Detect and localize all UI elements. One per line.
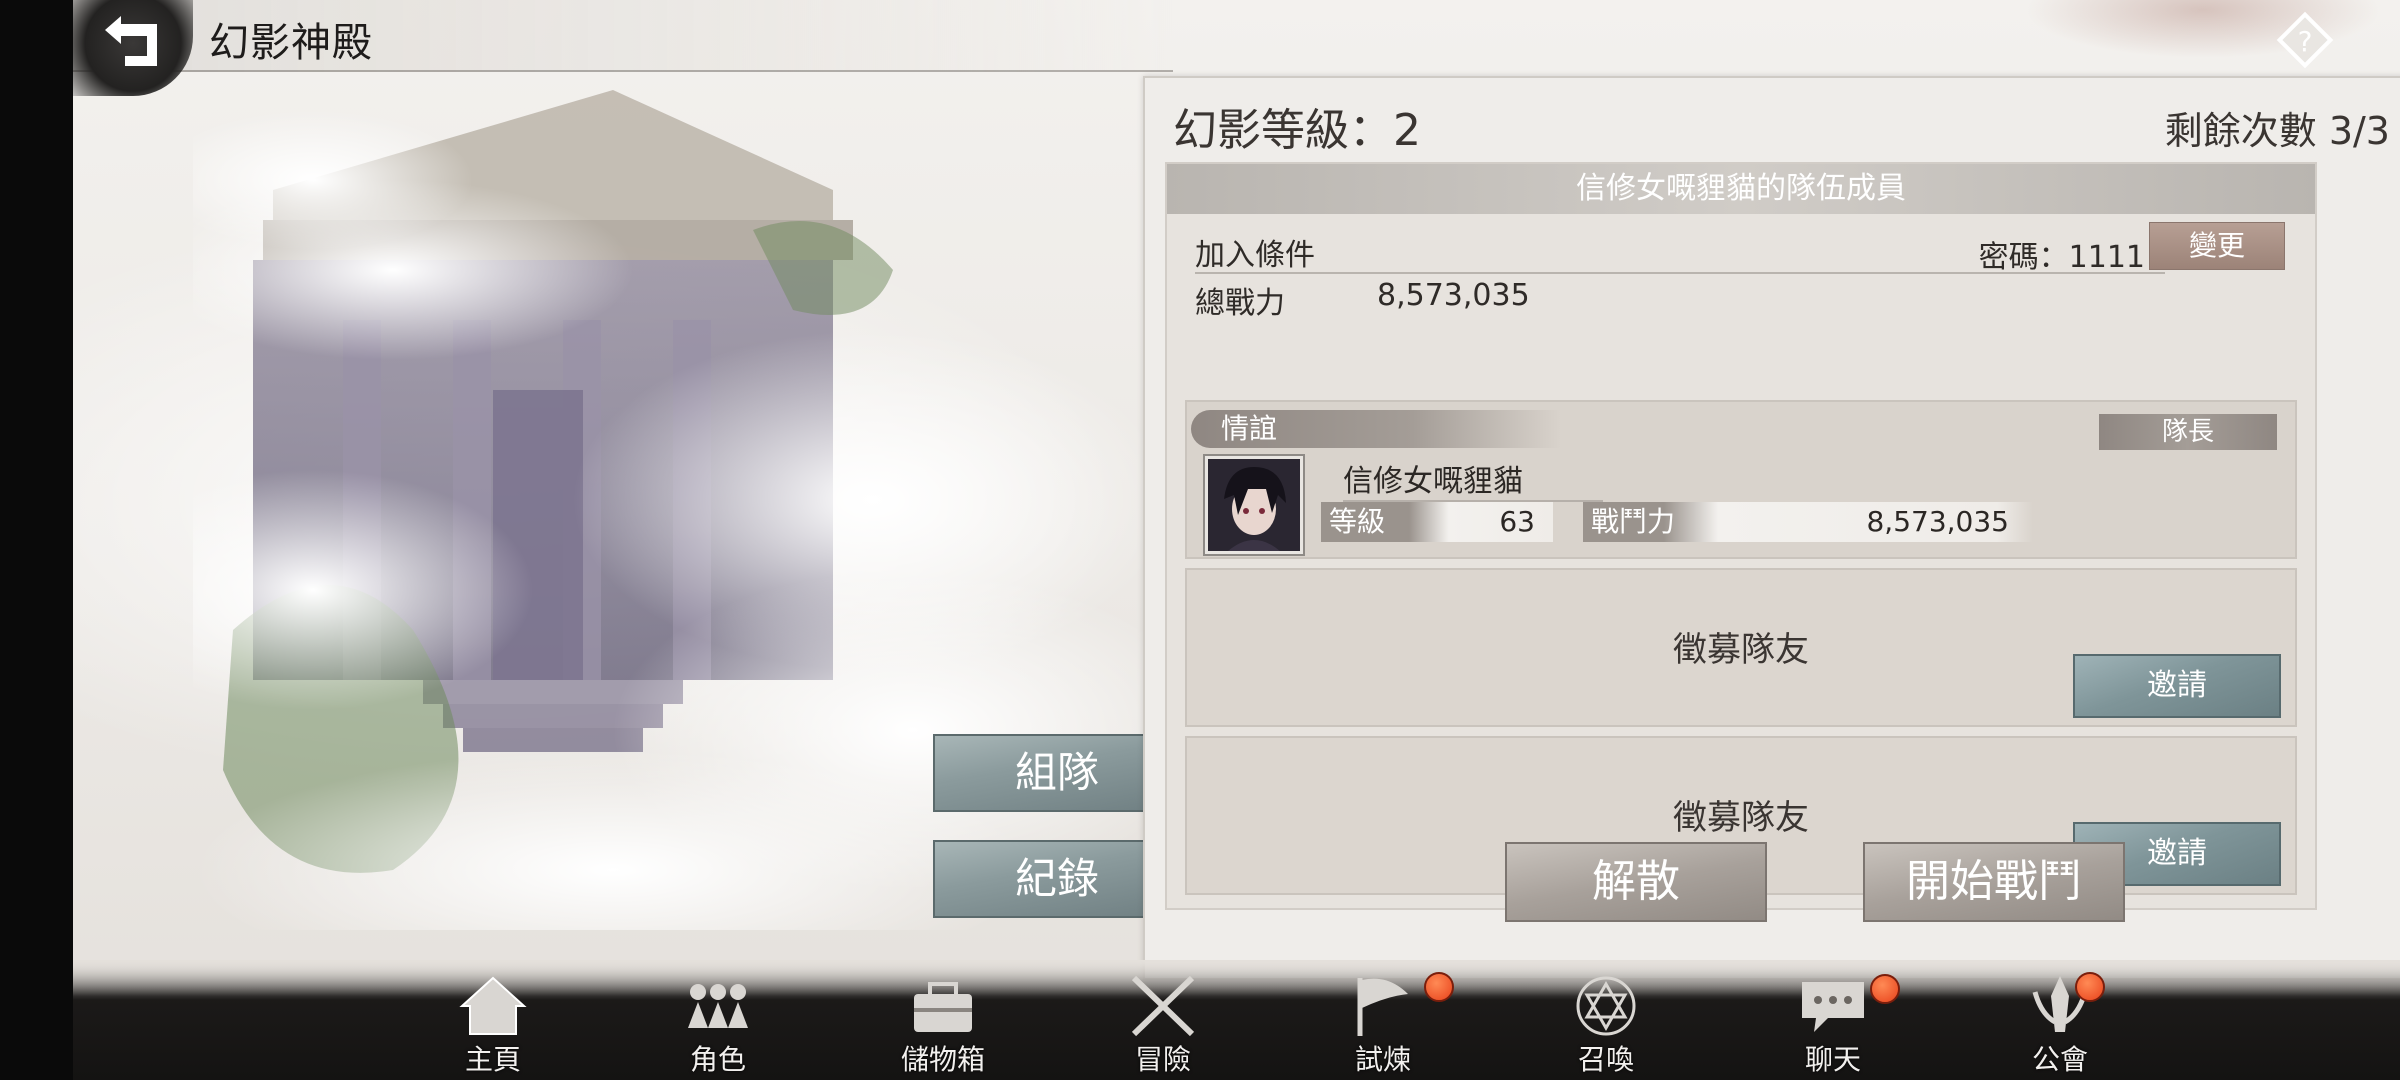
nav-item-summon[interactable]: 召喚: [1531, 970, 1681, 1080]
notification-badge: [2075, 972, 2105, 1002]
team-panel: 幻影等級：2 剩餘次數 3/3 信修女嘅貍貓的隊伍成員 加入條件 密碼：1111…: [1143, 76, 2400, 980]
notification-badge: [1870, 974, 1900, 1004]
start-battle-button[interactable]: 開始戰鬥: [1863, 842, 2125, 922]
character-portrait-icon: [1208, 459, 1300, 551]
nav-item-storage[interactable]: 儲物箱: [868, 970, 1018, 1080]
crossed-swords-icon: [1131, 975, 1195, 1037]
nav-label: 冒險: [1134, 1043, 1191, 1076]
nav-label: 公會: [2031, 1043, 2088, 1076]
nav-item-chat[interactable]: 聊天: [1758, 970, 1908, 1080]
change-button[interactable]: 變更: [2149, 222, 2285, 270]
nav-item-adventure[interactable]: 冒險: [1088, 970, 1238, 1080]
nav-label: 角色: [689, 1043, 746, 1076]
storage-box-icon: [914, 982, 972, 1032]
member-slot[interactable]: 情誼 隊長 信修女嘅貍貓 等級 63 戰鬥力 8,573,035: [1185, 400, 2297, 559]
help-icon[interactable]: ?: [2273, 8, 2337, 72]
nav-item-home[interactable]: 主頁: [418, 970, 568, 1080]
remaining-attempts: 剩餘次數 3/3: [2164, 109, 2390, 153]
team-members-box: 信修女嘅貍貓的隊伍成員 加入條件 密碼：1111 變更 總戰力 8,573,03…: [1165, 162, 2317, 910]
back-arrow-icon: [105, 16, 157, 66]
svg-text:?: ?: [2298, 25, 2313, 58]
nav-label: 儲物箱: [900, 1043, 985, 1076]
flag-icon: [1357, 978, 1408, 1036]
empty-slot: 徵募隊友 邀請: [1185, 568, 2297, 727]
total-power-label: 總戰力: [1195, 286, 1285, 321]
total-power-value: 8,573,035: [1377, 278, 1530, 313]
level-value: 63: [1499, 505, 1535, 538]
battle-power-value: 8,573,035: [1866, 505, 2009, 538]
game-screen: 幻影神殿 ? 組隊 紀錄 幻影等級：2 剩餘次數 3/3 信修女嘅貍貓的隊伍成員…: [73, 0, 2400, 1080]
back-button[interactable]: [73, 0, 193, 96]
nav-item-guild[interactable]: 公會: [1985, 970, 2135, 1080]
battle-power-stat: 戰鬥力 8,573,035: [1583, 502, 2033, 542]
chat-icon: [1802, 982, 1864, 1032]
nav-item-trial[interactable]: 試煉: [1308, 970, 1458, 1080]
member-name: 信修女嘅貍貓: [1343, 456, 1603, 502]
friendship-tag: 情誼: [1191, 410, 1561, 448]
page-title: 幻影神殿: [209, 20, 373, 66]
invite-button[interactable]: 邀請: [2073, 654, 2281, 718]
level-stat: 等級 63: [1321, 502, 1553, 542]
nav-item-characters[interactable]: 角色: [643, 970, 793, 1080]
password-text: 密碼：1111: [1978, 240, 2145, 275]
team-header: 信修女嘅貍貓的隊伍成員: [1167, 164, 2315, 214]
nav-label: 召喚: [1577, 1043, 1634, 1076]
disband-button[interactable]: 解散: [1505, 842, 1767, 922]
nav-label: 試煉: [1354, 1043, 1411, 1076]
phantom-level: 幻影等級：2: [1173, 105, 1421, 156]
nav-label: 聊天: [1804, 1043, 1861, 1076]
nav-label: 主頁: [464, 1043, 521, 1076]
characters-icon: [688, 984, 748, 1028]
join-conditions-label: 加入條件: [1195, 238, 1315, 273]
notification-badge: [1424, 972, 1454, 1002]
leader-badge: 隊長: [2099, 414, 2277, 450]
divider: [1195, 272, 2165, 274]
hexagram-icon: [1576, 976, 1636, 1036]
level-label: 等級: [1329, 505, 1386, 538]
bottom-nav: 主頁 角色 儲物箱 冒險 試煉 召喚 聊天 公會: [73, 960, 2400, 1080]
home-icon: [459, 976, 527, 1035]
avatar[interactable]: [1205, 456, 1303, 554]
battle-power-label: 戰鬥力: [1591, 505, 1676, 538]
